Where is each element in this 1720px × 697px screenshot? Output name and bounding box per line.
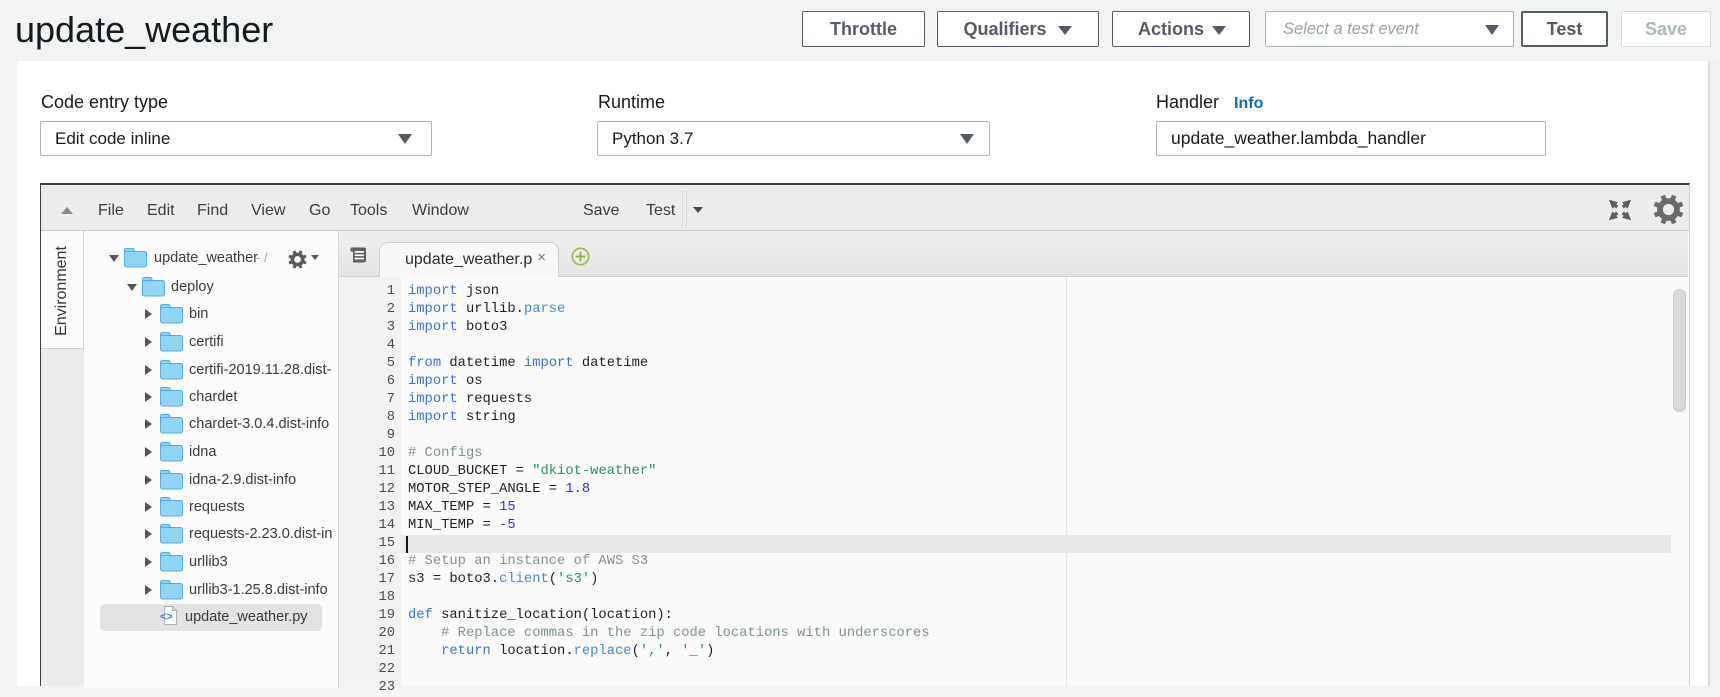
svg-text:<>: <> <box>160 611 173 623</box>
